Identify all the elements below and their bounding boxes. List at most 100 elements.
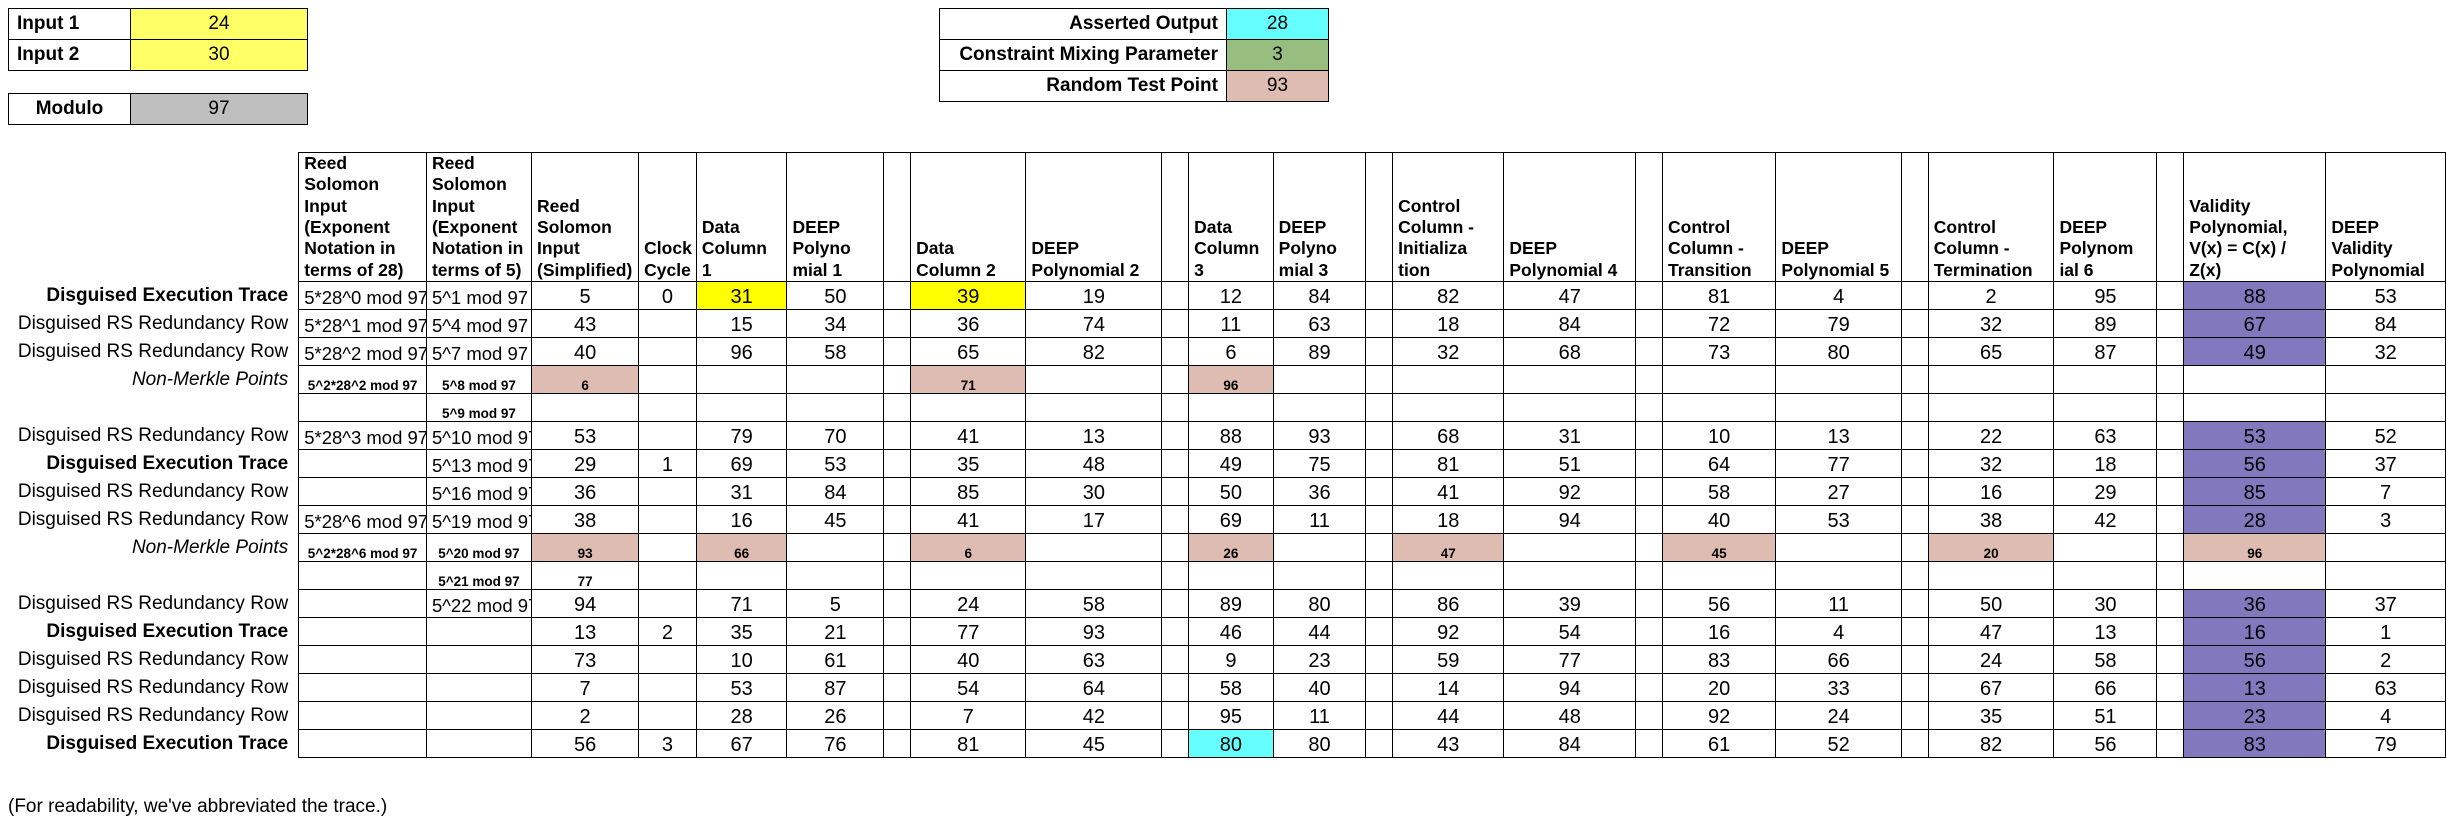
trace-cell[interactable]: 31	[1503, 421, 1637, 451]
trace-cell[interactable]: 77	[531, 561, 640, 591]
trace-cell[interactable]: 96	[695, 337, 788, 367]
trace-cell[interactable]: 5^9 mod 97	[425, 393, 533, 423]
trace-cell[interactable]: 48	[1025, 449, 1163, 479]
trace-cell[interactable]: 2	[638, 617, 697, 647]
trace-cell-empty[interactable]	[1927, 393, 2055, 423]
trace-cell-empty[interactable]	[2183, 365, 2327, 395]
trace-cell-empty[interactable]	[1635, 645, 1663, 675]
trace-cell[interactable]: 50	[786, 281, 885, 311]
trace-cell[interactable]: 4	[1775, 617, 1902, 647]
trace-cell[interactable]: 32	[2325, 337, 2446, 367]
trace-cell[interactable]: 64	[1661, 449, 1777, 479]
trace-cell-empty[interactable]	[2156, 477, 2185, 507]
input-value[interactable]: 30	[130, 39, 308, 71]
trace-cell[interactable]: 17	[1025, 505, 1163, 535]
trace-cell-empty[interactable]	[638, 645, 697, 675]
trace-cell[interactable]: 33	[1775, 673, 1902, 703]
trace-cell-empty[interactable]	[1161, 561, 1190, 591]
trace-cell-empty[interactable]	[2156, 505, 2185, 535]
trace-cell[interactable]: 53	[531, 421, 640, 451]
trace-cell-empty[interactable]	[1900, 645, 1929, 675]
trace-cell-empty[interactable]	[883, 589, 912, 619]
trace-cell-empty[interactable]	[2156, 365, 2185, 395]
trace-cell-empty[interactable]	[638, 393, 697, 423]
trace-cell[interactable]: 40	[1661, 505, 1777, 535]
trace-cell[interactable]: 66	[695, 533, 788, 563]
trace-cell-empty[interactable]	[298, 673, 427, 703]
trace-cell[interactable]: 89	[1188, 589, 1274, 619]
trace-cell-empty[interactable]	[883, 645, 912, 675]
trace-cell[interactable]: 4	[1775, 281, 1902, 311]
trace-cell[interactable]: 5^4 mod 97	[425, 309, 533, 339]
trace-cell[interactable]: 20	[1927, 533, 2055, 563]
trace-cell[interactable]: 54	[1503, 617, 1637, 647]
trace-cell[interactable]: 19	[1025, 281, 1163, 311]
trace-cell[interactable]: 48	[1503, 701, 1637, 731]
trace-cell-empty[interactable]	[1900, 673, 1929, 703]
trace-cell[interactable]: 20	[1661, 673, 1777, 703]
trace-cell-empty[interactable]	[638, 421, 697, 451]
trace-cell[interactable]: 18	[1392, 309, 1505, 339]
trace-cell-empty[interactable]	[1775, 365, 1902, 395]
trace-cell[interactable]: 2	[2325, 645, 2446, 675]
trace-cell-empty[interactable]	[425, 729, 533, 759]
trace-cell[interactable]: 22	[1927, 421, 2055, 451]
trace-cell-empty[interactable]	[2156, 393, 2185, 423]
trace-cell[interactable]: 53	[786, 449, 885, 479]
trace-cell[interactable]: 84	[1503, 309, 1637, 339]
trace-cell[interactable]: 93	[531, 533, 640, 563]
trace-cell-empty[interactable]	[883, 393, 912, 423]
trace-cell-empty[interactable]	[1900, 701, 1929, 731]
trace-cell[interactable]: 29	[2053, 477, 2158, 507]
trace-cell-empty[interactable]	[1900, 309, 1929, 339]
trace-cell[interactable]: 16	[695, 505, 788, 535]
trace-cell-empty[interactable]	[1161, 673, 1190, 703]
trace-cell-empty[interactable]	[1161, 729, 1190, 759]
trace-cell[interactable]: 5	[786, 589, 885, 619]
trace-cell-empty[interactable]	[1161, 393, 1190, 423]
trace-cell[interactable]: 26	[1188, 533, 1274, 563]
trace-cell-empty[interactable]	[1365, 589, 1394, 619]
trace-cell[interactable]: 63	[1025, 645, 1163, 675]
trace-cell[interactable]: 61	[786, 645, 885, 675]
trace-cell-empty[interactable]	[1365, 393, 1394, 423]
trace-cell[interactable]: 56	[1661, 589, 1777, 619]
trace-cell-empty[interactable]	[1188, 561, 1274, 591]
trace-cell-empty[interactable]	[883, 701, 912, 731]
trace-cell[interactable]: 56	[531, 729, 640, 759]
trace-cell[interactable]: 42	[1025, 701, 1163, 731]
trace-cell-empty[interactable]	[1635, 701, 1663, 731]
trace-cell[interactable]: 24	[1775, 701, 1902, 731]
trace-cell-empty[interactable]	[1025, 365, 1163, 395]
trace-cell-empty[interactable]	[1272, 365, 1367, 395]
trace-cell-empty[interactable]	[2156, 729, 2185, 759]
trace-cell-empty[interactable]	[1635, 505, 1663, 535]
trace-cell-empty[interactable]	[786, 561, 885, 591]
trace-cell-empty[interactable]	[1365, 421, 1394, 451]
trace-cell-empty[interactable]	[1188, 393, 1274, 423]
trace-cell-empty[interactable]	[1365, 477, 1394, 507]
trace-cell[interactable]: 15	[695, 309, 788, 339]
trace-cell[interactable]: 63	[2325, 673, 2446, 703]
trace-cell-empty[interactable]	[1635, 421, 1663, 451]
trace-cell[interactable]: 34	[786, 309, 885, 339]
trace-cell[interactable]: 10	[1661, 421, 1777, 451]
trace-cell[interactable]: 45	[1661, 533, 1777, 563]
trace-cell[interactable]: 70	[786, 421, 885, 451]
trace-cell[interactable]: 58	[786, 337, 885, 367]
trace-cell[interactable]: 23	[1272, 645, 1367, 675]
trace-cell-empty[interactable]	[1365, 365, 1394, 395]
trace-cell-empty[interactable]	[1025, 533, 1163, 563]
trace-cell-empty[interactable]	[2156, 673, 2185, 703]
trace-cell[interactable]: 12	[1188, 281, 1274, 311]
trace-cell-empty[interactable]	[1900, 729, 1929, 759]
trace-cell[interactable]: 5^20 mod 97	[425, 533, 533, 563]
trace-cell-empty[interactable]	[1900, 505, 1929, 535]
trace-cell-empty[interactable]	[1635, 673, 1663, 703]
trace-cell[interactable]: 93	[1025, 617, 1163, 647]
parameter-value[interactable]: 93	[1226, 70, 1329, 102]
trace-cell-empty[interactable]	[2325, 393, 2446, 423]
trace-cell-empty[interactable]	[1900, 281, 1929, 311]
trace-cell[interactable]: 94	[1503, 505, 1637, 535]
trace-cell[interactable]: 88	[1188, 421, 1274, 451]
